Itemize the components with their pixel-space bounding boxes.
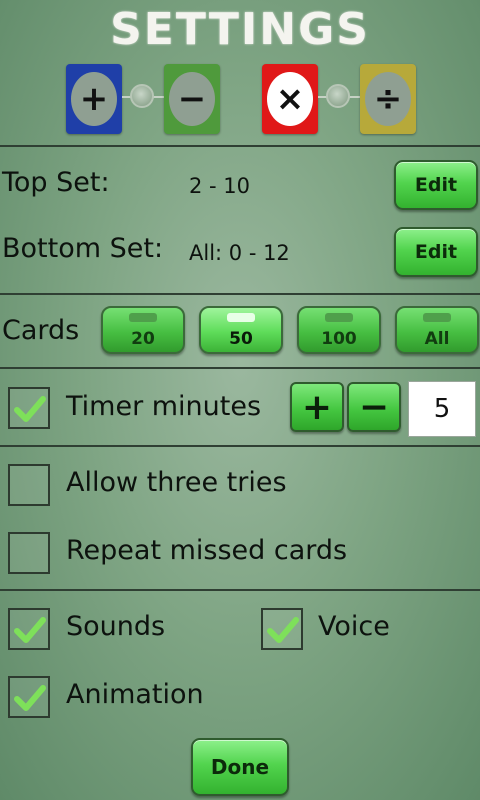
divider <box>0 145 480 147</box>
cards-label: Cards <box>2 315 80 346</box>
cards-option-20[interactable]: 20 <box>101 306 185 354</box>
voice-label: Voice <box>318 611 390 642</box>
cards-option-all[interactable]: All <box>395 306 479 354</box>
sounds-label: Sounds <box>66 611 166 642</box>
check-icon <box>14 685 46 711</box>
cards-option-label: 100 <box>321 329 357 349</box>
divider <box>0 367 480 369</box>
repeat-missed-checkbox[interactable] <box>8 532 50 574</box>
option-indicator <box>129 313 157 322</box>
cards-option-label: 20 <box>131 329 155 349</box>
done-button[interactable]: Done <box>191 738 289 796</box>
check-icon <box>14 396 46 422</box>
check-icon <box>267 617 299 643</box>
link-toggle-add-subtract[interactable] <box>130 84 154 108</box>
timer-increase-button[interactable]: + <box>290 382 344 432</box>
check-icon <box>14 617 46 643</box>
multiply-operation-card[interactable]: × <box>262 64 318 134</box>
repeat-missed-label: Repeat missed cards <box>66 535 348 566</box>
top-set-value: 2 - 10 <box>189 174 251 198</box>
edit-top-set-button[interactable]: Edit <box>394 160 478 210</box>
option-indicator <box>227 313 255 322</box>
voice-checkbox[interactable] <box>261 608 303 650</box>
animation-label: Animation <box>66 679 204 710</box>
plus-icon: + <box>71 72 117 126</box>
link-toggle-multiply-divide[interactable] <box>326 84 350 108</box>
divider <box>0 293 480 295</box>
cards-option-100[interactable]: 100 <box>297 306 381 354</box>
times-icon: × <box>267 72 313 126</box>
option-indicator <box>423 313 451 322</box>
divider <box>0 445 480 447</box>
timer-decrease-button[interactable]: − <box>347 382 401 432</box>
divider <box>0 589 480 591</box>
allow-three-tries-label: Allow three tries <box>66 467 287 498</box>
cards-option-label: All <box>424 329 450 349</box>
animation-checkbox[interactable] <box>8 676 50 718</box>
page-title: SETTINGS <box>110 4 370 55</box>
option-indicator <box>325 313 353 322</box>
timer-label: Timer minutes <box>66 391 262 422</box>
divide-operation-card[interactable]: ÷ <box>360 64 416 134</box>
divide-icon: ÷ <box>365 72 411 126</box>
cards-option-50[interactable]: 50 <box>199 306 283 354</box>
bottom-set-label: Bottom Set: <box>2 233 164 264</box>
add-operation-card[interactable]: + <box>66 64 122 134</box>
sounds-checkbox[interactable] <box>8 608 50 650</box>
top-set-label: Top Set: <box>2 167 110 198</box>
edit-bottom-set-button[interactable]: Edit <box>394 227 478 277</box>
allow-three-tries-checkbox[interactable] <box>8 464 50 506</box>
subtract-operation-card[interactable]: − <box>164 64 220 134</box>
timer-minutes-field[interactable]: 5 <box>408 381 476 437</box>
cards-option-label: 50 <box>229 329 253 349</box>
timer-checkbox[interactable] <box>8 387 50 429</box>
bottom-set-value: All: 0 - 12 <box>189 241 290 265</box>
minus-icon: − <box>169 72 215 126</box>
